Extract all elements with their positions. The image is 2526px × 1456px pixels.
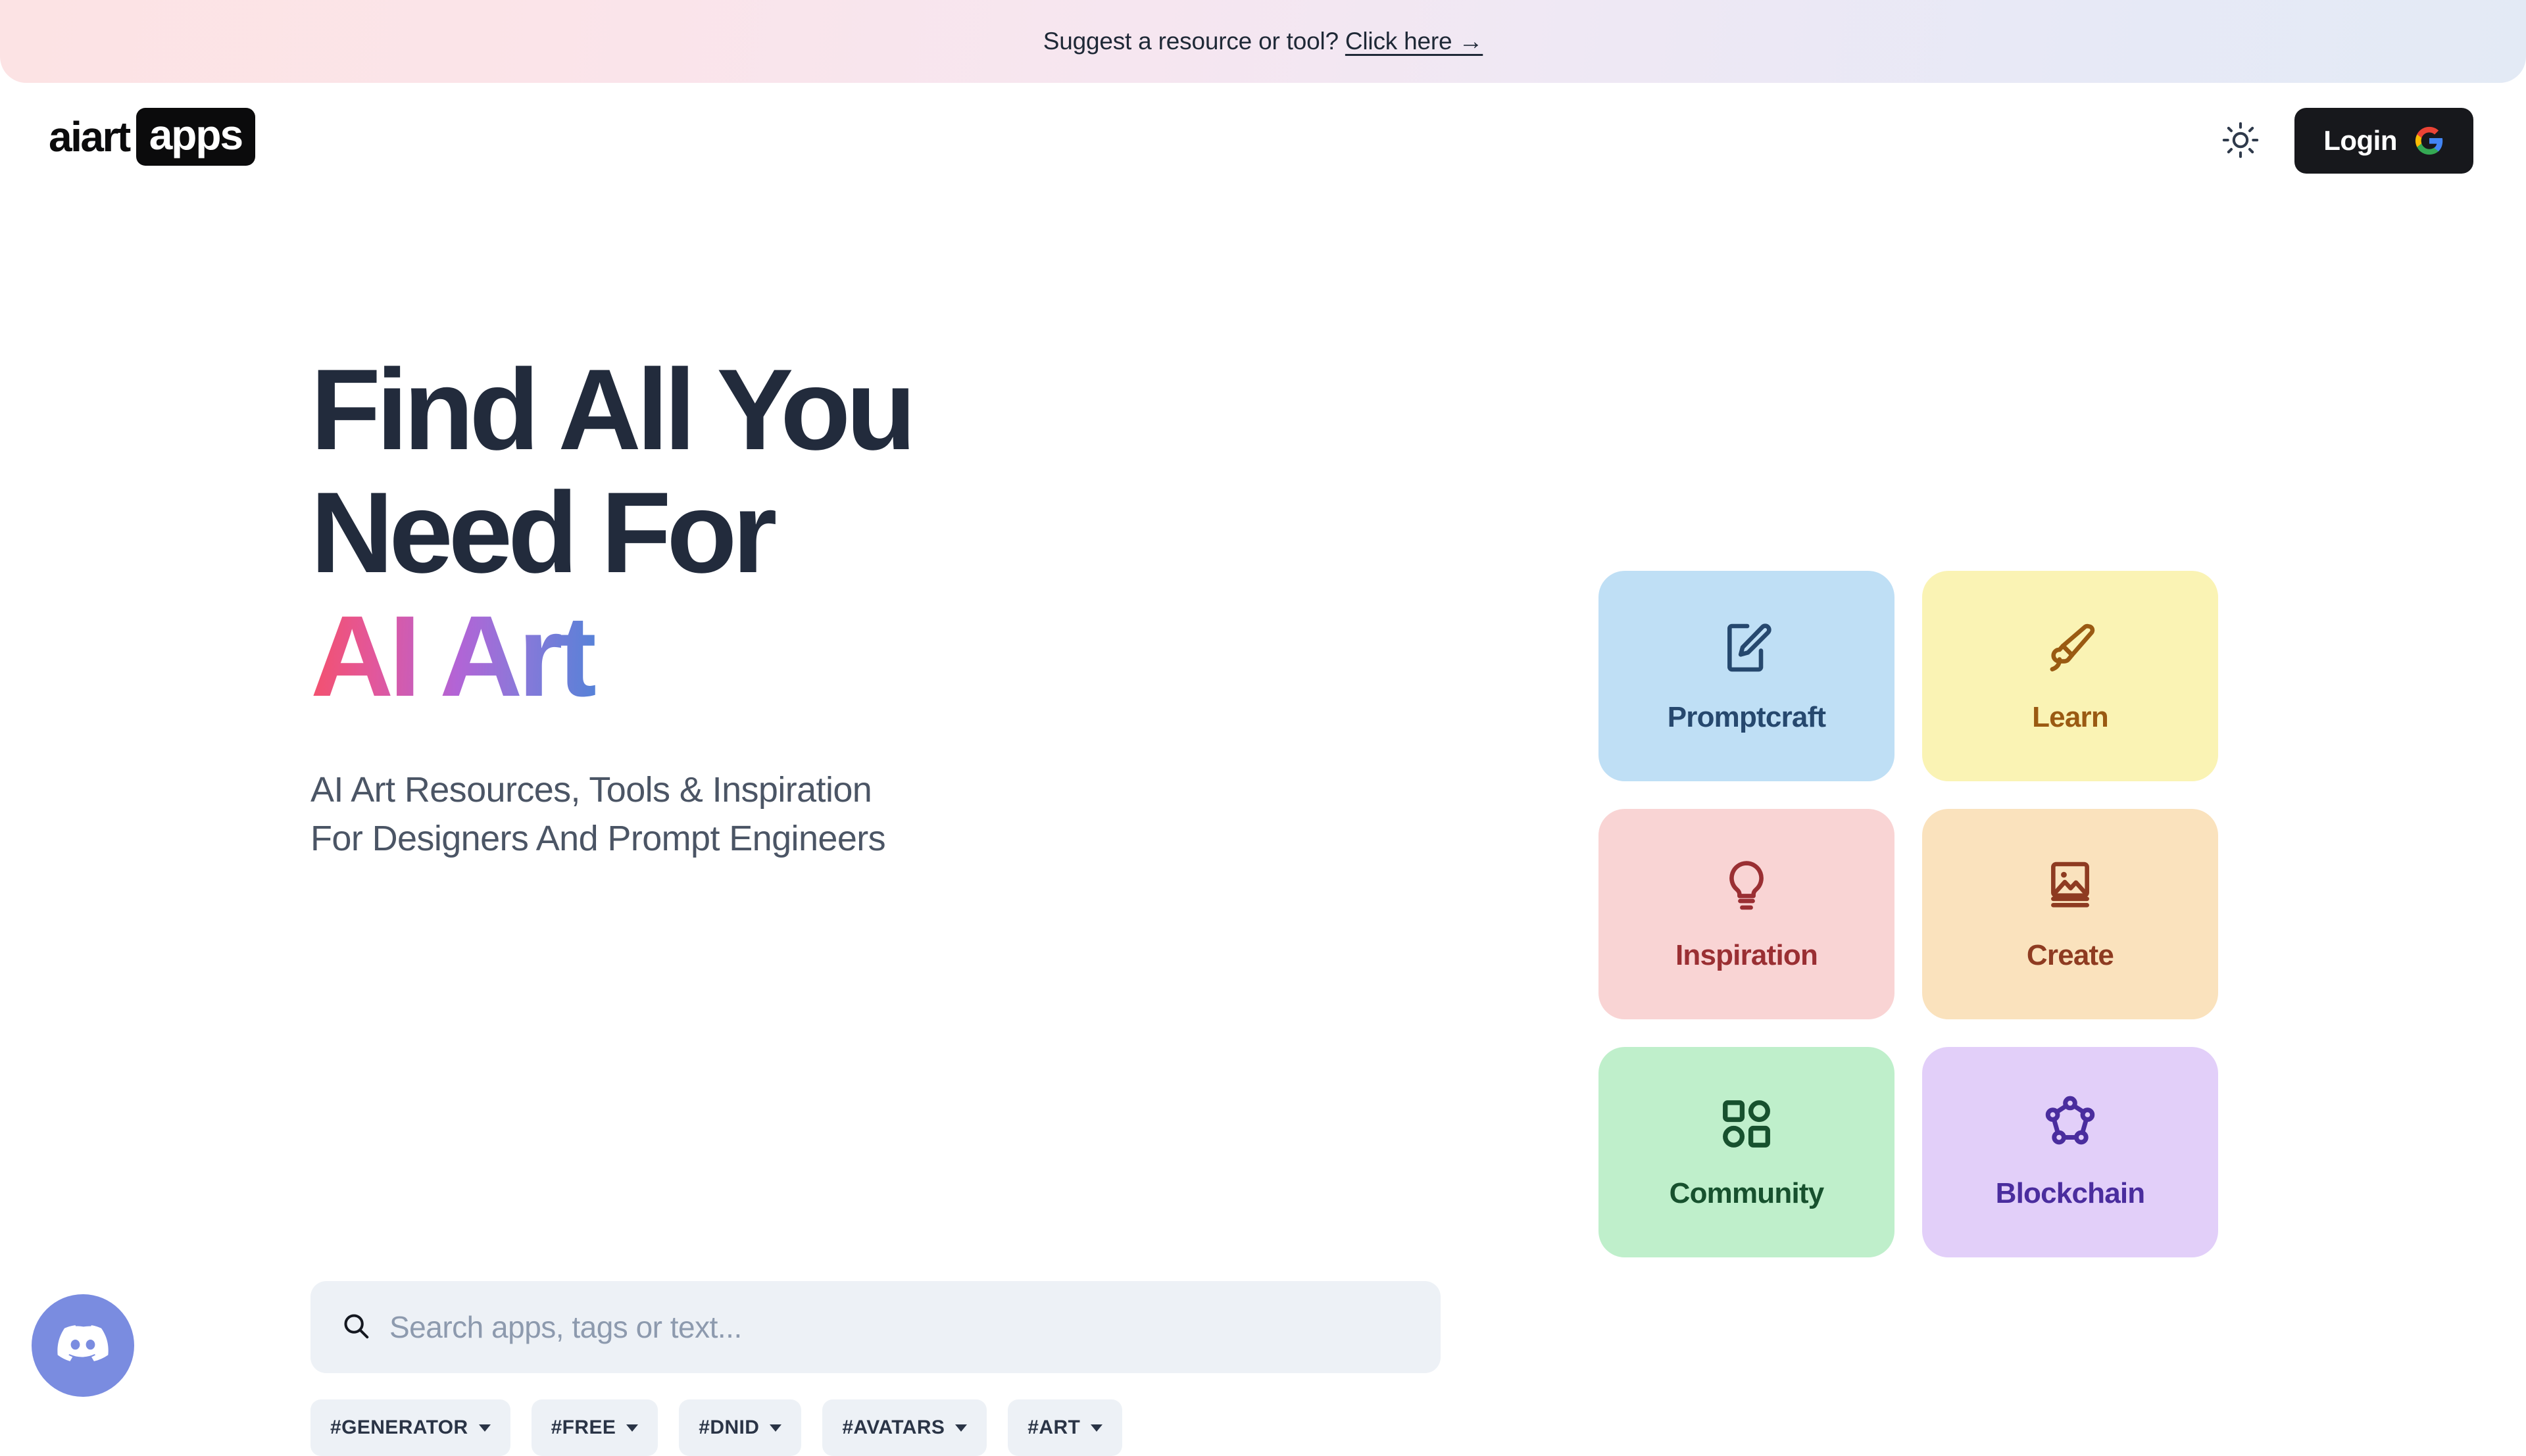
- search-input[interactable]: [389, 1309, 1410, 1345]
- tag-chip-label: #GENERATOR: [330, 1417, 468, 1438]
- hero-line-2: Need For: [310, 469, 777, 598]
- google-g-icon: [2414, 126, 2444, 156]
- category-card-label: Inspiration: [1675, 938, 1818, 971]
- chevron-down-icon: [770, 1424, 782, 1432]
- document-pencil-icon: [1718, 619, 1775, 679]
- hero-subtitle-line-1: AI Art Resources, Tools & Inspiration: [310, 769, 872, 810]
- chevron-down-icon: [478, 1424, 491, 1432]
- brand-word: aiart: [49, 113, 131, 160]
- hero-section: Find All You Need For AI Art AI Art Reso…: [310, 349, 1468, 863]
- header-actions: Login: [2216, 108, 2473, 174]
- theme-toggle-button[interactable]: [2216, 116, 2266, 166]
- paintbrush-icon: [2041, 619, 2099, 679]
- discord-button[interactable]: [32, 1294, 134, 1397]
- announcement-banner: Suggest a resource or tool? Click here →: [0, 0, 2526, 83]
- login-button-label: Login: [2323, 125, 2397, 156]
- category-card-label: Create: [2026, 938, 2114, 971]
- chevron-down-icon: [955, 1424, 968, 1432]
- announcement-cta-link[interactable]: Click here →: [1345, 28, 1483, 55]
- brand-logo[interactable]: aiart apps: [49, 108, 256, 166]
- category-card-label: Promptcraft: [1667, 700, 1826, 733]
- chevron-down-icon: [626, 1424, 639, 1432]
- blockchain-nodes-icon: [2041, 1095, 2099, 1155]
- tag-filter-row: #GENERATOR #FREE #DNID #AVATARS #ART: [310, 1399, 1123, 1456]
- tag-chip-label: #AVATARS: [842, 1417, 945, 1438]
- tag-chip[interactable]: #ART: [1008, 1399, 1123, 1456]
- tag-chip[interactable]: #GENERATOR: [310, 1399, 510, 1456]
- shapes-grid-icon: [1718, 1095, 1775, 1155]
- hero-subtitle-line-2: For Designers And Prompt Engineers: [310, 819, 886, 859]
- category-card-learn[interactable]: Learn: [1922, 571, 2218, 781]
- category-card-label: Blockchain: [1995, 1177, 2146, 1209]
- lightbulb-icon: [1718, 857, 1775, 917]
- category-card-create[interactable]: Create: [1922, 809, 2218, 1019]
- category-card-label: Learn: [2032, 700, 2109, 733]
- brand-chip: apps: [136, 108, 256, 166]
- category-card-inspiration[interactable]: Inspiration: [1598, 809, 1894, 1019]
- tag-chip-label: #DNID: [699, 1417, 760, 1438]
- hero-line-1: Find All You: [310, 346, 916, 474]
- category-card-blockchain[interactable]: Blockchain: [1922, 1047, 2218, 1257]
- search-icon: [341, 1311, 371, 1344]
- tag-chip[interactable]: #FREE: [531, 1399, 658, 1456]
- tag-chip[interactable]: #DNID: [679, 1399, 802, 1456]
- category-card-promptcraft[interactable]: Promptcraft: [1598, 571, 1894, 781]
- chevron-down-icon: [1091, 1424, 1103, 1432]
- announcement-message: Suggest a resource or tool?: [1043, 28, 1339, 55]
- search-bar[interactable]: [310, 1281, 1441, 1373]
- site-header: aiart apps Login: [0, 83, 2526, 201]
- tag-chip-label: #FREE: [551, 1417, 616, 1438]
- hero-subtitle: AI Art Resources, Tools & Inspiration Fo…: [310, 765, 1468, 863]
- image-book-icon: [2041, 857, 2099, 917]
- announcement-text: Suggest a resource or tool? Click here →: [1043, 28, 1483, 55]
- category-grid: Promptcraft Learn Inspiration Create Com…: [1598, 571, 2218, 1257]
- tag-chip-label: #ART: [1028, 1417, 1081, 1438]
- sun-icon: [2221, 121, 2260, 161]
- hero-accent-text: AI Art: [310, 595, 605, 718]
- category-card-label: Community: [1669, 1177, 1825, 1209]
- page-title: Find All You Need For AI Art: [310, 349, 1468, 718]
- login-button[interactable]: Login: [2294, 108, 2473, 174]
- tag-chip[interactable]: #AVATARS: [822, 1399, 987, 1456]
- category-card-community[interactable]: Community: [1598, 1047, 1894, 1257]
- discord-icon: [53, 1315, 113, 1377]
